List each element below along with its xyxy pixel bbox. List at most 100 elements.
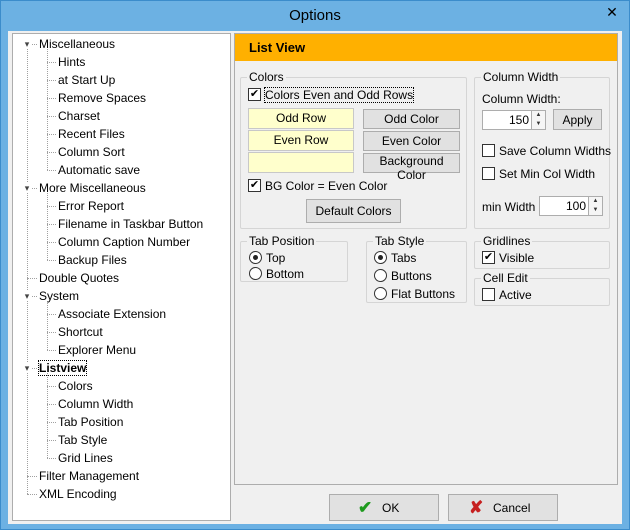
tab-style-flat-radio[interactable] [374,287,387,300]
bg-even-label[interactable]: BG Color = Even Color [265,179,387,193]
tree-item[interactable]: Column Width [58,395,133,413]
tree-item[interactable]: Charset [58,107,100,125]
column-width-label: Column Width: [482,92,561,106]
tab-position-bottom-label[interactable]: Bottom [266,267,304,281]
tree-connector [47,242,56,243]
cell-edit-active-label[interactable]: Active [499,288,532,302]
ok-label: OK [382,501,400,515]
odd-row-swatch: Odd Row [248,108,354,129]
tab-style-tabs-radio[interactable] [374,251,387,264]
tree-item[interactable]: Automatic save [58,161,140,179]
bg-even-checkbox[interactable]: ✔ [248,179,261,192]
tree-connector [47,98,56,99]
tree-item-label: Colors [58,379,93,393]
tree-item-label: Remove Spaces [58,91,147,105]
tree-item[interactable]: at Start Up [58,71,115,89]
tab-position-top-radio[interactable] [249,251,262,264]
tree-item-label: Backup Files [58,253,127,267]
tree-item[interactable]: Grid Lines [58,449,113,467]
save-widths-label[interactable]: Save Column Widths [499,144,611,158]
odd-color-button[interactable]: Odd Color [363,109,460,129]
tree-item[interactable]: Column Sort [58,143,125,161]
tree-connector [47,332,56,333]
tree-item[interactable]: Recent Files [58,125,125,143]
tree-item[interactable]: Remove Spaces [58,89,146,107]
title-bar: Options [1,1,629,31]
gridlines-visible-label[interactable]: Visible [499,251,534,265]
column-width-spinner[interactable]: 150 ▲ ▼ [482,110,546,130]
tree-connector [47,350,56,351]
tree-item-label: Explorer Menu [58,343,137,357]
tree-item-label: Miscellaneous [39,37,116,51]
tab-position-top-label[interactable]: Top [266,251,285,265]
tab-position-bottom-radio[interactable] [249,267,262,280]
tree-item[interactable]: Tab Style [58,431,107,449]
tree-item-label: XML Encoding [39,487,117,501]
tree-item[interactable]: Hints [58,53,85,71]
save-widths-checkbox[interactable] [482,144,495,157]
even-color-button[interactable]: Even Color [363,131,460,151]
cancel-button[interactable]: ✘ Cancel [448,494,558,521]
tree-item[interactable]: Associate Extension [58,305,166,323]
tree-connector [47,301,48,350]
column-width-group-title: Column Width [481,70,561,84]
tab-style-title: Tab Style [373,234,427,248]
default-colors-button[interactable]: Default Colors [306,199,401,223]
cell-edit-active-checkbox[interactable] [482,288,495,301]
tree-item-label: Column Caption Number [58,235,191,249]
ok-button[interactable]: ✔ OK [329,494,439,521]
tree-item[interactable]: Shortcut [58,323,103,341]
tree-item[interactable]: Column Caption Number [58,233,190,251]
tree-item-label: Double Quotes [39,271,120,285]
tree-connector [47,260,56,261]
apply-button[interactable]: Apply [553,109,602,130]
tree-item-label: Automatic save [58,163,141,177]
expand-arrow-icon[interactable]: ▾ [22,39,32,49]
tree-item[interactable]: Miscellaneous [39,35,115,53]
tree-connector [47,386,56,387]
even-row-swatch: Even Row [248,130,354,151]
background-swatch [248,152,354,173]
panel-header: List View [235,34,617,61]
tree-item-label: Listview [37,360,88,376]
even-odd-checkbox[interactable]: ✔ [248,88,261,101]
tree-item[interactable]: Filter Management [39,467,139,485]
close-button[interactable]: ✕ [601,2,623,22]
tab-style-flat-label[interactable]: Flat Buttons [391,287,455,301]
set-min-label[interactable]: Set Min Col Width [499,167,595,181]
tree-item[interactable]: More Miscellaneous [39,179,146,197]
expand-arrow-icon[interactable]: ▾ [22,183,32,193]
tree-item[interactable]: XML Encoding [39,485,117,503]
tree-connector [47,134,56,135]
tree-item-label: Associate Extension [58,307,167,321]
gridlines-visible-checkbox[interactable]: ✔ [482,251,495,264]
tree-connector [27,494,37,495]
expand-arrow-icon[interactable]: ▾ [22,291,32,301]
tree-item[interactable]: System [39,287,79,305]
background-color-button[interactable]: Background Color [363,153,460,182]
tree-item[interactable]: Error Report [58,197,124,215]
odd-row-label: Odd Row [275,111,327,125]
tab-style-buttons-label[interactable]: Buttons [391,269,432,283]
tree-item[interactable]: Explorer Menu [58,341,136,359]
tab-style-buttons-radio[interactable] [374,269,387,282]
min-width-label: min Width [482,200,536,214]
set-min-checkbox[interactable] [482,167,495,180]
tree-item[interactable]: Filename in Taskbar Button [58,215,203,233]
tree-item[interactable]: Backup Files [58,251,127,269]
tree-item-label: Hints [58,55,86,69]
expand-arrow-icon[interactable]: ▾ [22,363,32,373]
tree-item[interactable]: Double Quotes [39,269,119,287]
spinner-arrows-icon[interactable]: ▲ ▼ [588,197,602,215]
spinner-arrows-icon[interactable]: ▲ ▼ [531,111,545,129]
tree-item-label: Filter Management [39,469,140,483]
options-tree[interactable]: Miscellaneous ▾ Hints at Start Up Remove Spa… [12,33,231,521]
tab-style-tabs-label[interactable]: Tabs [391,251,416,265]
tree-item[interactable]: Colors [58,377,93,395]
tree-connector [27,44,28,494]
tree-item[interactable]: Tab Position [58,413,123,431]
min-width-spinner[interactable]: 100 ▲ ▼ [539,196,603,216]
tree-connector [47,404,56,405]
even-odd-label[interactable]: Colors Even and Odd Rows [263,87,415,103]
tree-item[interactable]: Listview [37,359,88,377]
